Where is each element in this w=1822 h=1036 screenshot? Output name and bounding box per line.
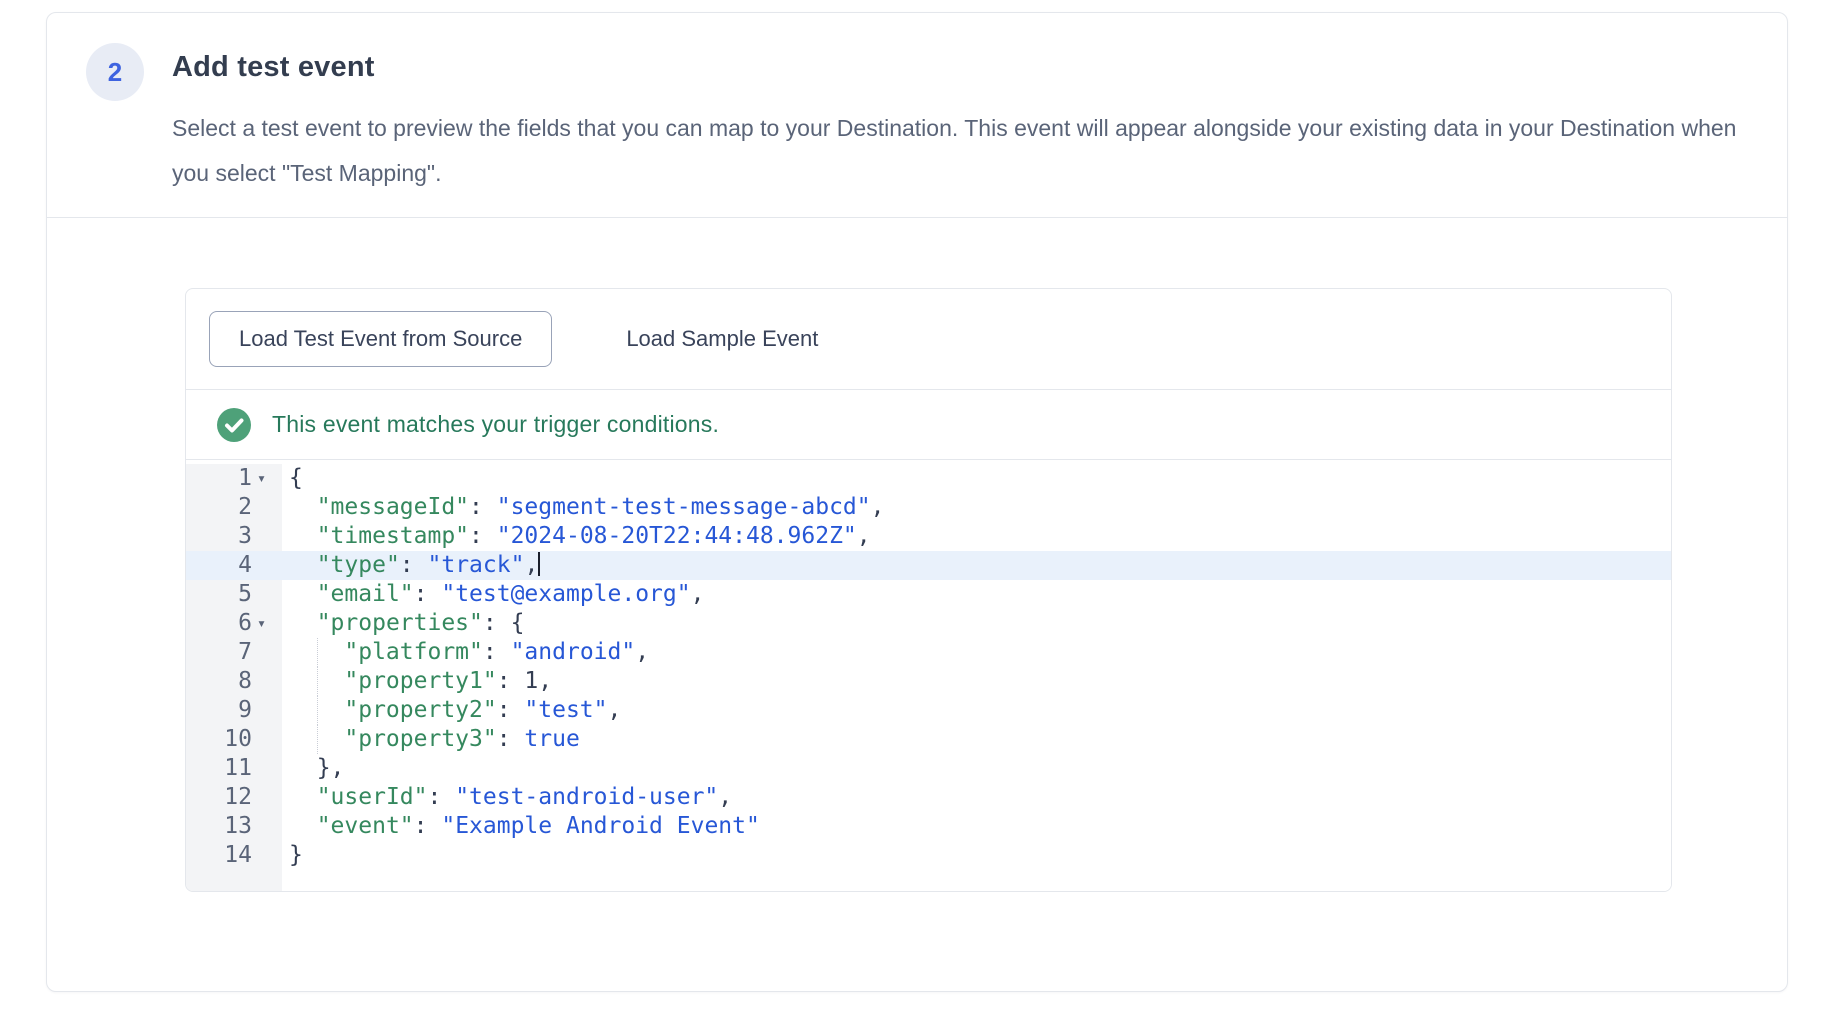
code-content[interactable]: "property3": true <box>282 725 1671 754</box>
card-header: 2 Add test event Select a test event to … <box>47 13 1787 217</box>
fold-slot <box>252 551 282 580</box>
line-number: 10 <box>224 725 252 754</box>
code-line[interactable]: 11 }, <box>186 754 1671 783</box>
line-number: 6 <box>238 609 252 638</box>
code-content[interactable]: "property1": 1, <box>282 667 1671 696</box>
line-number: 11 <box>224 754 252 783</box>
gutter-cell: 9 <box>186 696 282 725</box>
fold-slot <box>252 696 282 725</box>
code-line[interactable]: 4 "type": "track", <box>186 551 1671 580</box>
load-sample-event-button[interactable]: Load Sample Event <box>612 326 832 352</box>
code-content[interactable]: "property2": "test", <box>282 696 1671 725</box>
gutter-cell: 7 <box>186 638 282 667</box>
fold-slot <box>252 667 282 696</box>
line-number: 2 <box>238 493 252 522</box>
code-line[interactable]: 13 "event": "Example Android Event" <box>186 812 1671 841</box>
indent-guide <box>317 696 318 725</box>
line-number: 8 <box>238 667 252 696</box>
fold-slot <box>252 522 282 551</box>
code-content[interactable]: "timestamp": "2024-08-20T22:44:48.962Z", <box>282 522 1671 551</box>
code-line[interactable]: 6▾ "properties": { <box>186 609 1671 638</box>
code-content[interactable]: { <box>282 464 1671 493</box>
line-number: 3 <box>238 522 252 551</box>
check-circle <box>217 408 251 442</box>
fold-slot <box>252 754 282 783</box>
indent-guide <box>317 725 318 754</box>
fold-slot <box>252 812 282 841</box>
line-number: 12 <box>224 783 252 812</box>
code-line[interactable]: 14} <box>186 841 1671 870</box>
gutter-cell: 2 <box>186 493 282 522</box>
line-number: 13 <box>224 812 252 841</box>
fold-toggle-icon[interactable]: ▾ <box>252 609 282 638</box>
code-line[interactable]: 5 "email": "test@example.org", <box>186 580 1671 609</box>
code-line[interactable]: 3 "timestamp": "2024-08-20T22:44:48.962Z… <box>186 522 1671 551</box>
code-content[interactable]: "type": "track", <box>282 551 1671 580</box>
step-number-badge: 2 <box>86 43 144 101</box>
load-test-event-button[interactable]: Load Test Event from Source <box>209 311 552 367</box>
code-line[interactable]: 8 "property1": 1, <box>186 667 1671 696</box>
gutter-cell: 1▾ <box>186 464 282 493</box>
code-content[interactable]: "userId": "test-android-user", <box>282 783 1671 812</box>
line-number: 14 <box>224 841 252 870</box>
gutter-cell: 6▾ <box>186 609 282 638</box>
fold-slot <box>252 493 282 522</box>
gutter-cell: 3 <box>186 522 282 551</box>
fold-slot <box>252 580 282 609</box>
step-description: Select a test event to preview the field… <box>172 106 1747 196</box>
trigger-match-status: This event matches your trigger conditio… <box>186 390 1671 460</box>
code-line[interactable]: 7 "platform": "android", <box>186 638 1671 667</box>
add-test-event-card: 2 Add test event Select a test event to … <box>46 12 1788 992</box>
code-line[interactable]: 1▾{ <box>186 464 1671 493</box>
line-number: 5 <box>238 580 252 609</box>
gutter-cell: 13 <box>186 812 282 841</box>
code-content[interactable]: "event": "Example Android Event" <box>282 812 1671 841</box>
status-message: This event matches your trigger conditio… <box>272 411 719 438</box>
fold-toggle-icon[interactable]: ▾ <box>252 464 282 493</box>
text-cursor <box>538 552 540 576</box>
page-title: Add test event <box>172 51 1747 84</box>
event-source-toolbar: Load Test Event from Source Load Sample … <box>186 289 1671 390</box>
test-event-panel: Load Test Event from Source Load Sample … <box>185 288 1672 892</box>
line-number: 9 <box>238 696 252 725</box>
code-line[interactable]: 9 "property2": "test", <box>186 696 1671 725</box>
code-editor[interactable]: 1▾{2 "messageId": "segment-test-message-… <box>186 460 1671 892</box>
indent-guide <box>317 638 318 667</box>
line-number: 4 <box>238 551 252 580</box>
indent-guide <box>317 667 318 696</box>
gutter-cell: 11 <box>186 754 282 783</box>
gutter-cell: 8 <box>186 667 282 696</box>
code-content[interactable]: "platform": "android", <box>282 638 1671 667</box>
fold-slot <box>252 783 282 812</box>
step-number: 2 <box>108 57 122 88</box>
gutter-cell: 10 <box>186 725 282 754</box>
code-line[interactable]: 10 "property3": true <box>186 725 1671 754</box>
gutter-cell: 14 <box>186 841 282 870</box>
gutter-cell: 12 <box>186 783 282 812</box>
fold-slot <box>252 638 282 667</box>
editor-filler <box>186 870 1671 892</box>
line-number: 7 <box>238 638 252 667</box>
code-content[interactable]: }, <box>282 754 1671 783</box>
gutter-cell: 4 <box>186 551 282 580</box>
code-content[interactable]: } <box>282 841 1671 870</box>
fold-slot <box>252 725 282 754</box>
code-line[interactable]: 2 "messageId": "segment-test-message-abc… <box>186 493 1671 522</box>
code-content[interactable]: "email": "test@example.org", <box>282 580 1671 609</box>
line-number: 1 <box>238 464 252 493</box>
code-content[interactable]: "messageId": "segment-test-message-abcd"… <box>282 493 1671 522</box>
code-line[interactable]: 12 "userId": "test-android-user", <box>186 783 1671 812</box>
code-content[interactable]: "properties": { <box>282 609 1671 638</box>
gutter-cell: 5 <box>186 580 282 609</box>
success-check-icon <box>217 408 251 442</box>
fold-slot <box>252 841 282 870</box>
